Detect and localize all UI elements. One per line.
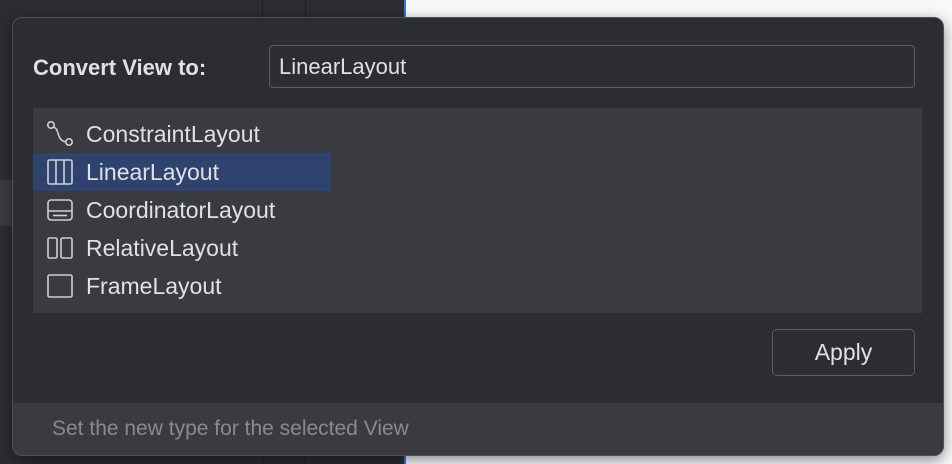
convert-view-popup: Convert View to: ConstraintLayout (12, 17, 944, 456)
relative-layout-icon (46, 234, 74, 262)
status-footer: Set the new type for the selected View (13, 403, 943, 455)
list-item-label: ConstraintLayout (86, 120, 260, 147)
view-type-list: ConstraintLayout LinearLayout Coordinato… (33, 108, 922, 313)
list-item-label: CoordinatorLayout (86, 196, 276, 223)
footer-hint-text: Set the new type for the selected View (52, 417, 409, 440)
list-item-label: FrameLayout (86, 272, 222, 299)
constraint-layout-icon (46, 120, 74, 148)
frame-layout-icon (46, 272, 74, 300)
list-item-linear-layout[interactable]: LinearLayout (33, 153, 331, 191)
apply-button[interactable]: Apply (772, 329, 915, 376)
linear-layout-icon (46, 158, 74, 186)
convert-view-label: Convert View to: (33, 55, 207, 80)
list-item-constraint-layout[interactable]: ConstraintLayout (33, 115, 331, 153)
ide-panel-row-highlight (0, 180, 12, 226)
list-item-frame-layout[interactable]: FrameLayout (33, 267, 331, 305)
list-item-coordinator-layout[interactable]: CoordinatorLayout (33, 191, 331, 229)
list-item-label: LinearLayout (86, 158, 219, 185)
coordinator-layout-icon (46, 196, 74, 224)
view-type-search-input[interactable] (269, 45, 915, 88)
list-item-relative-layout[interactable]: RelativeLayout (33, 229, 331, 267)
list-item-label: RelativeLayout (86, 234, 239, 261)
